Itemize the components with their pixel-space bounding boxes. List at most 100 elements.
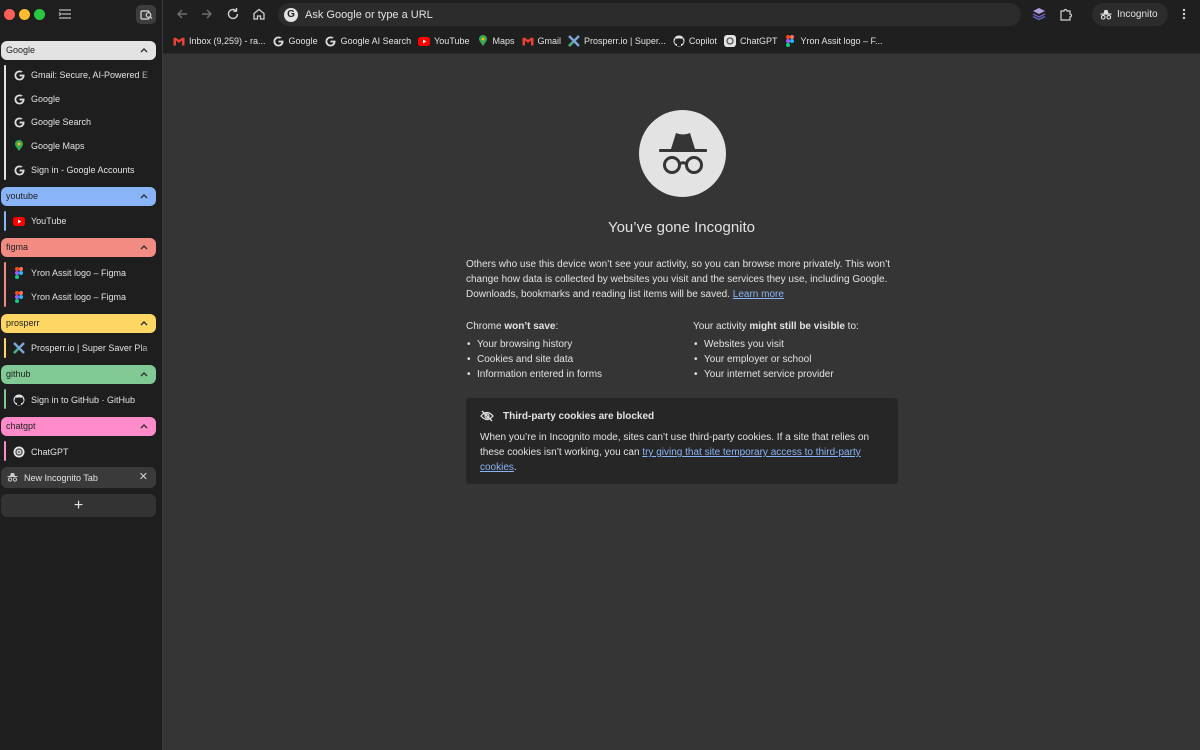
address-bar-placeholder: Ask Google or type a URL <box>305 8 433 21</box>
vertical-tab-sidebar: Google Gmail: Secure, AI-Powered E Googl… <box>0 0 163 750</box>
tab-item[interactable]: ChatGPT <box>8 442 156 462</box>
bookmark-label: ChatGPT <box>739 36 778 46</box>
figma-icon <box>13 291 25 303</box>
extensions-puzzle-icon[interactable] <box>1059 7 1073 21</box>
active-tab-new-incognito[interactable]: New Incognito Tab ✕ <box>1 467 156 488</box>
incognito-description: Others who use this device won’t see you… <box>466 257 903 302</box>
tab-group-indicator <box>4 338 6 358</box>
tab-search-button[interactable] <box>136 5 156 24</box>
google-icon <box>13 164 25 176</box>
window-minimize-button[interactable] <box>19 9 30 20</box>
google-icon <box>13 93 25 105</box>
new-tab-button[interactable]: + <box>1 494 156 517</box>
incognito-icon <box>1100 10 1112 20</box>
chatgpt-icon <box>13 446 25 458</box>
more-menu-icon[interactable] <box>1178 7 1190 21</box>
list-item: Your internet service provider <box>693 367 913 382</box>
incognito-profile-button[interactable]: Incognito <box>1092 3 1168 26</box>
bookmark-item[interactable]: Maps <box>476 31 521 51</box>
tab-group-google[interactable]: Google <box>1 41 156 60</box>
tab-group-label: figma <box>6 242 29 252</box>
bookmark-item[interactable]: Google <box>272 31 324 51</box>
address-bar[interactable]: G Ask Google or type a URL <box>278 3 1021 26</box>
chevron-up-icon <box>140 48 148 53</box>
tab-item[interactable]: Sign in - Google Accounts <box>8 160 156 180</box>
incognito-new-tab-page: You’ve gone Incognito Others who use thi… <box>163 54 1200 750</box>
tab-item[interactable]: Sign in to GitHub · GitHub <box>8 390 156 410</box>
tab-group-prosperr[interactable]: prosperr <box>1 314 156 333</box>
collapse-sidebar-icon[interactable] <box>58 7 72 21</box>
bookmark-label: Copilot <box>688 36 717 46</box>
bookmark-label: Prosperr.io | Super... <box>584 36 666 46</box>
still-visible-column: Your activity might still be visible to:… <box>693 319 913 382</box>
tab-group-label: youtube <box>6 191 39 201</box>
tab-group-label: chatgpt <box>6 421 36 431</box>
chatgpt-icon <box>723 35 736 47</box>
back-arrow-icon[interactable] <box>175 7 189 21</box>
tab-item[interactable]: Google <box>8 89 156 109</box>
tab-group-label: prosperr <box>6 318 40 328</box>
tab-item[interactable]: Yron Assit logo – Figma <box>8 263 156 283</box>
tab-title: New Incognito Tab <box>24 472 98 483</box>
cookies-description: When you’re in Incognito mode, sites can… <box>480 432 870 473</box>
bookmark-item[interactable]: YouTube <box>417 31 475 51</box>
bookmark-item[interactable]: Google AI Search <box>324 31 418 51</box>
bookmark-item[interactable]: ChatGPT <box>723 31 784 51</box>
window-zoom-button[interactable] <box>34 9 45 20</box>
home-icon[interactable] <box>252 7 266 21</box>
bookmark-item[interactable]: Inbox (9,259) - ra... <box>172 31 272 51</box>
bookmark-label: Gmail <box>537 36 562 46</box>
bookmark-label: Google AI Search <box>340 36 412 46</box>
google-g-icon: G <box>284 7 298 22</box>
window-close-button[interactable] <box>4 9 15 20</box>
tab-group-github[interactable]: github <box>1 365 156 384</box>
still-visible-heading: Your activity might still be visible to: <box>693 321 859 332</box>
tab-item[interactable]: Google Search <box>8 112 156 132</box>
tab-title: YouTube <box>31 216 67 226</box>
cookies-heading: Third-party cookies are blocked <box>480 410 884 422</box>
youtube-icon <box>13 215 25 227</box>
profile-label: Incognito <box>1117 9 1158 20</box>
list-item: Cookies and site data <box>466 352 686 367</box>
tab-group-indicator <box>4 389 6 409</box>
layers-extension-icon[interactable] <box>1032 7 1046 21</box>
bookmark-label: Maps <box>492 36 515 46</box>
gmail-icon <box>522 35 534 47</box>
tab-title: Google Maps <box>31 141 85 151</box>
google-icon <box>273 35 285 47</box>
eye-off-icon <box>480 410 494 422</box>
incognito-logo-icon <box>639 110 726 197</box>
tab-title: Prosperr.io | Super Saver Pla <box>31 343 148 353</box>
chevron-up-icon <box>140 321 148 326</box>
bookmark-item[interactable]: Copilot <box>672 31 723 51</box>
forward-arrow-icon[interactable] <box>200 7 214 21</box>
maps-pin-icon <box>13 140 25 152</box>
google-icon <box>325 35 337 47</box>
tab-group-chatgpt[interactable]: chatgpt <box>1 417 156 436</box>
tab-group-label: Google <box>6 45 36 55</box>
bookmark-item[interactable]: Prosperr.io | Super... <box>567 31 672 51</box>
tab-group-indicator <box>4 65 6 180</box>
chevron-up-icon <box>140 194 148 199</box>
tab-title: ChatGPT <box>31 447 69 457</box>
reload-icon[interactable] <box>226 7 240 21</box>
tab-title: Sign in - Google Accounts <box>31 165 135 175</box>
bookmarks-bar: Inbox (9,259) - ra... Google Google AI S… <box>163 29 1200 54</box>
tab-item[interactable]: Gmail: Secure, AI-Powered E <box>8 65 156 85</box>
bookmark-item[interactable]: Yron Assit logo – F... <box>783 31 888 51</box>
tab-item[interactable]: Yron Assit logo – Figma <box>8 287 156 307</box>
tab-item[interactable]: Google Maps <box>8 136 156 156</box>
tab-group-indicator <box>4 211 6 231</box>
gmail-icon <box>173 35 185 47</box>
bookmark-item[interactable]: Gmail <box>521 31 568 51</box>
tab-title: Gmail: Secure, AI-Powered E <box>31 70 149 80</box>
tab-group-label: github <box>6 369 31 379</box>
tab-group-figma[interactable]: figma <box>1 238 156 257</box>
tab-item[interactable]: YouTube <box>8 211 156 231</box>
close-tab-icon[interactable]: ✕ <box>139 472 148 483</box>
tab-group-youtube[interactable]: youtube <box>1 187 156 206</box>
browser-toolbar: G Ask Google or type a URL Incognito <box>163 0 1200 29</box>
tab-item[interactable]: Prosperr.io | Super Saver Pla <box>8 338 156 358</box>
learn-more-link[interactable]: Learn more <box>733 289 784 300</box>
tab-title: Sign in to GitHub · GitHub <box>31 395 136 405</box>
